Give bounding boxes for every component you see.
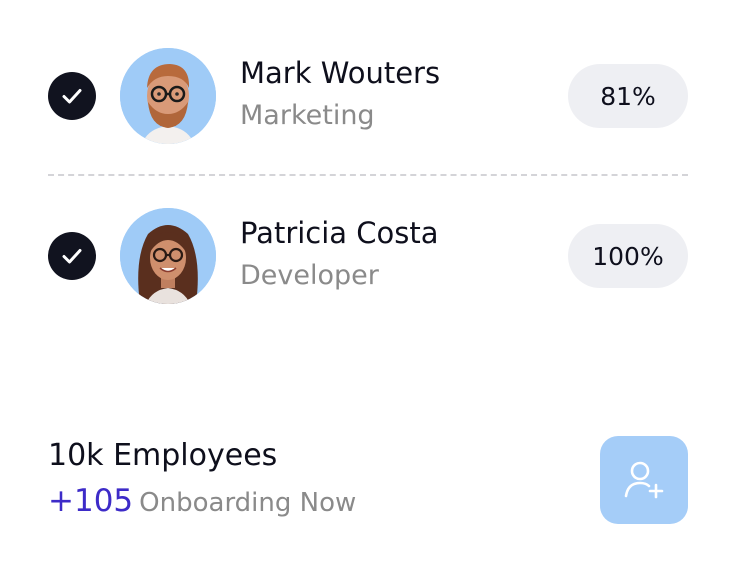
avatar <box>120 48 216 144</box>
progress-badge: 100% <box>568 224 688 288</box>
add-user-button[interactable] <box>600 436 688 524</box>
employee-name: Mark Wouters <box>240 56 441 90</box>
add-user-icon <box>624 461 664 499</box>
onboarding-summary: +105 Onboarding Now <box>48 483 356 519</box>
employee-name: Patricia Costa <box>240 216 439 250</box>
avatar <box>120 208 216 304</box>
onboarding-label: Onboarding Now <box>139 488 357 518</box>
employee-row-patricia-costa[interactable]: Patricia Costa Developer 100% <box>48 208 688 304</box>
employee-role: Developer <box>240 260 379 291</box>
employee-total: 10k Employees <box>48 438 278 473</box>
employee-role: Marketing <box>240 100 375 131</box>
check-icon[interactable] <box>48 72 96 120</box>
progress-badge: 81% <box>568 64 688 128</box>
onboarding-count: +105 <box>48 483 134 519</box>
check-icon[interactable] <box>48 232 96 280</box>
divider <box>48 174 688 176</box>
employee-row-mark-wouters[interactable]: Mark Wouters Marketing 81% <box>48 48 688 144</box>
